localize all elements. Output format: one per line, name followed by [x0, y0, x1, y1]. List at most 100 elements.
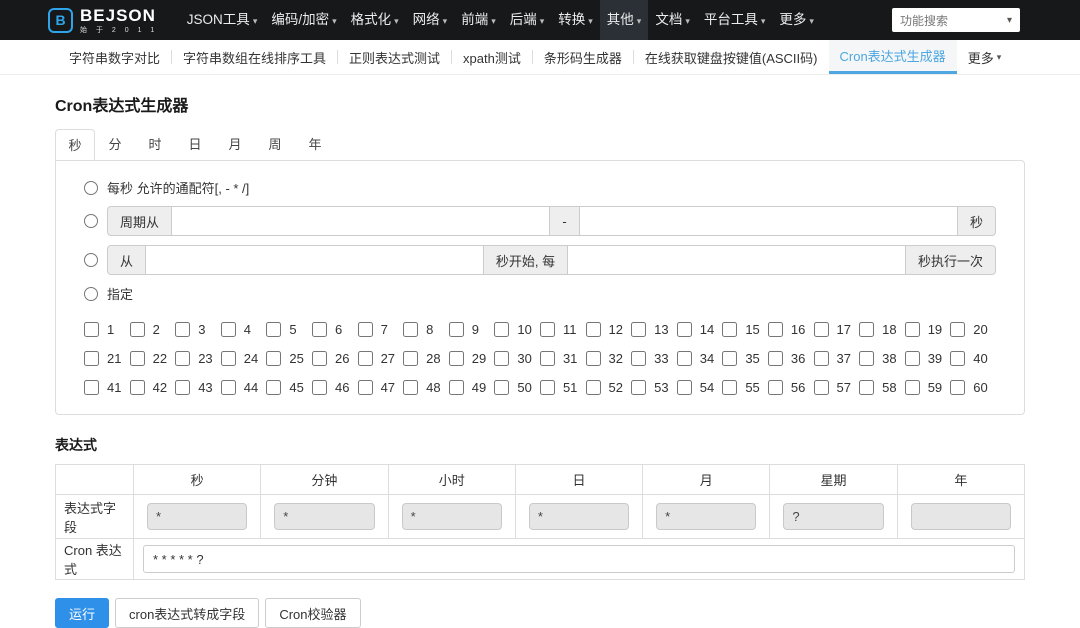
unit-tab[interactable]: 月	[215, 129, 255, 160]
unit-tab[interactable]: 时	[135, 129, 175, 160]
expression-field-input[interactable]	[528, 503, 630, 530]
cron-validator-button[interactable]: Cron校验器	[265, 598, 361, 628]
second-checkbox[interactable]	[859, 351, 875, 366]
second-checkbox[interactable]	[84, 322, 99, 337]
second-checkbox[interactable]	[585, 322, 601, 337]
topnav-item[interactable]: 转换 ▾	[551, 0, 600, 40]
second-checkbox[interactable]	[220, 380, 236, 395]
interval-radio[interactable]	[84, 253, 98, 267]
expression-field-input[interactable]	[147, 503, 248, 530]
expression-field-input[interactable]	[274, 503, 375, 530]
second-checkbox[interactable]	[357, 351, 373, 366]
second-checkbox[interactable]	[859, 380, 875, 395]
second-checkbox[interactable]	[539, 380, 555, 395]
expression-field-input[interactable]	[910, 503, 1011, 530]
topnav-item[interactable]: 平台工具 ▾	[697, 0, 773, 40]
run-button[interactable]: 运行	[55, 598, 110, 628]
second-checkbox[interactable]	[950, 380, 966, 395]
unit-tab[interactable]: 周	[255, 129, 295, 160]
specify-radio[interactable]	[84, 286, 98, 301]
topnav-item[interactable]: JSON工具 ▾	[180, 0, 265, 40]
second-checkbox[interactable]	[813, 351, 829, 366]
subnav-item[interactable]: Cron表达式生成器	[828, 40, 957, 74]
subnav-item[interactable]: xpath测试	[452, 40, 532, 74]
topnav-item[interactable]: 后端 ▾	[503, 0, 552, 40]
subnav-item[interactable]: 字符串数字对比	[58, 40, 171, 74]
second-checkbox[interactable]	[129, 380, 145, 395]
unit-tab[interactable]: 秒	[55, 129, 95, 160]
expression-field-input[interactable]	[401, 503, 502, 530]
second-checkbox[interactable]	[585, 380, 601, 395]
second-checkbox[interactable]	[950, 322, 966, 337]
second-checkbox[interactable]	[175, 380, 191, 395]
every-second-radio[interactable]	[84, 180, 98, 195]
second-checkbox[interactable]	[631, 322, 647, 337]
subnav-item[interactable]: 正则表达式测试	[338, 40, 451, 74]
topnav-item[interactable]: 文档 ▾	[648, 0, 697, 40]
cycle-radio[interactable]	[84, 214, 98, 228]
second-checkbox[interactable]	[494, 351, 510, 366]
second-checkbox[interactable]	[266, 322, 282, 337]
search-select[interactable]: 功能搜索 ▾	[892, 8, 1020, 32]
second-checkbox[interactable]	[403, 322, 419, 337]
interval-start-input[interactable]	[145, 245, 484, 275]
cycle-from-input[interactable]	[171, 206, 551, 236]
second-checkbox[interactable]	[722, 322, 738, 337]
second-checkbox[interactable]	[767, 351, 783, 366]
unit-tab[interactable]: 分	[95, 129, 135, 160]
cycle-to-input[interactable]	[578, 206, 958, 236]
second-checkbox[interactable]	[585, 351, 601, 366]
topnav-item[interactable]: 格式化 ▾	[344, 0, 406, 40]
subnav-item[interactable]: 条形码生成器	[533, 40, 633, 74]
second-checkbox[interactable]	[357, 380, 373, 395]
interval-step-input[interactable]	[567, 245, 906, 275]
second-checkbox[interactable]	[676, 380, 692, 395]
second-checkbox[interactable]	[767, 380, 783, 395]
second-checkbox[interactable]	[311, 322, 327, 337]
second-checkbox[interactable]	[129, 322, 145, 337]
second-checkbox[interactable]	[494, 380, 510, 395]
unit-tab[interactable]: 年	[295, 129, 335, 160]
second-checkbox[interactable]	[859, 322, 875, 337]
topnav-item[interactable]: 网络 ▾	[406, 0, 455, 40]
subnav-item[interactable]: 字符串数组在线排序工具	[172, 40, 337, 74]
second-checkbox[interactable]	[220, 322, 236, 337]
second-checkbox[interactable]	[722, 380, 738, 395]
second-checkbox[interactable]	[448, 351, 464, 366]
second-checkbox[interactable]	[175, 322, 191, 337]
second-checkbox[interactable]	[357, 322, 373, 337]
expression-field-input[interactable]	[783, 503, 884, 530]
second-checkbox[interactable]	[904, 322, 920, 337]
second-checkbox[interactable]	[403, 380, 419, 395]
cron-expression-input[interactable]	[143, 545, 1015, 573]
second-checkbox[interactable]	[175, 351, 191, 366]
second-checkbox[interactable]	[494, 322, 510, 337]
topnav-item[interactable]: 更多 ▾	[772, 0, 821, 40]
topnav-item[interactable]: 其他 ▾	[599, 0, 649, 40]
second-checkbox[interactable]	[220, 351, 236, 366]
second-checkbox[interactable]	[311, 351, 327, 366]
second-checkbox[interactable]	[448, 380, 464, 395]
second-checkbox[interactable]	[266, 351, 282, 366]
second-checkbox[interactable]	[950, 351, 966, 366]
second-checkbox[interactable]	[448, 322, 464, 337]
second-checkbox[interactable]	[767, 322, 783, 337]
second-checkbox[interactable]	[539, 322, 555, 337]
topnav-item[interactable]: 前端 ▾	[454, 0, 503, 40]
topnav-item[interactable]: 编码/加密 ▾	[264, 0, 343, 40]
second-checkbox[interactable]	[813, 380, 829, 395]
second-checkbox[interactable]	[813, 322, 829, 337]
second-checkbox[interactable]	[311, 380, 327, 395]
logo[interactable]: B BEJSON 始 于 2 0 1 1	[48, 7, 158, 34]
second-checkbox[interactable]	[722, 351, 738, 366]
cron-to-fields-button[interactable]: cron表达式转成字段	[115, 598, 260, 628]
second-checkbox[interactable]	[904, 380, 920, 395]
second-checkbox[interactable]	[631, 380, 647, 395]
second-checkbox[interactable]	[676, 322, 692, 337]
second-checkbox[interactable]	[403, 351, 419, 366]
subnav-item[interactable]: 在线获取键盘按键值(ASCII码)	[634, 40, 829, 74]
second-checkbox[interactable]	[266, 380, 282, 395]
unit-tab[interactable]: 日	[175, 129, 215, 160]
second-checkbox[interactable]	[631, 351, 647, 366]
second-checkbox[interactable]	[84, 380, 99, 395]
